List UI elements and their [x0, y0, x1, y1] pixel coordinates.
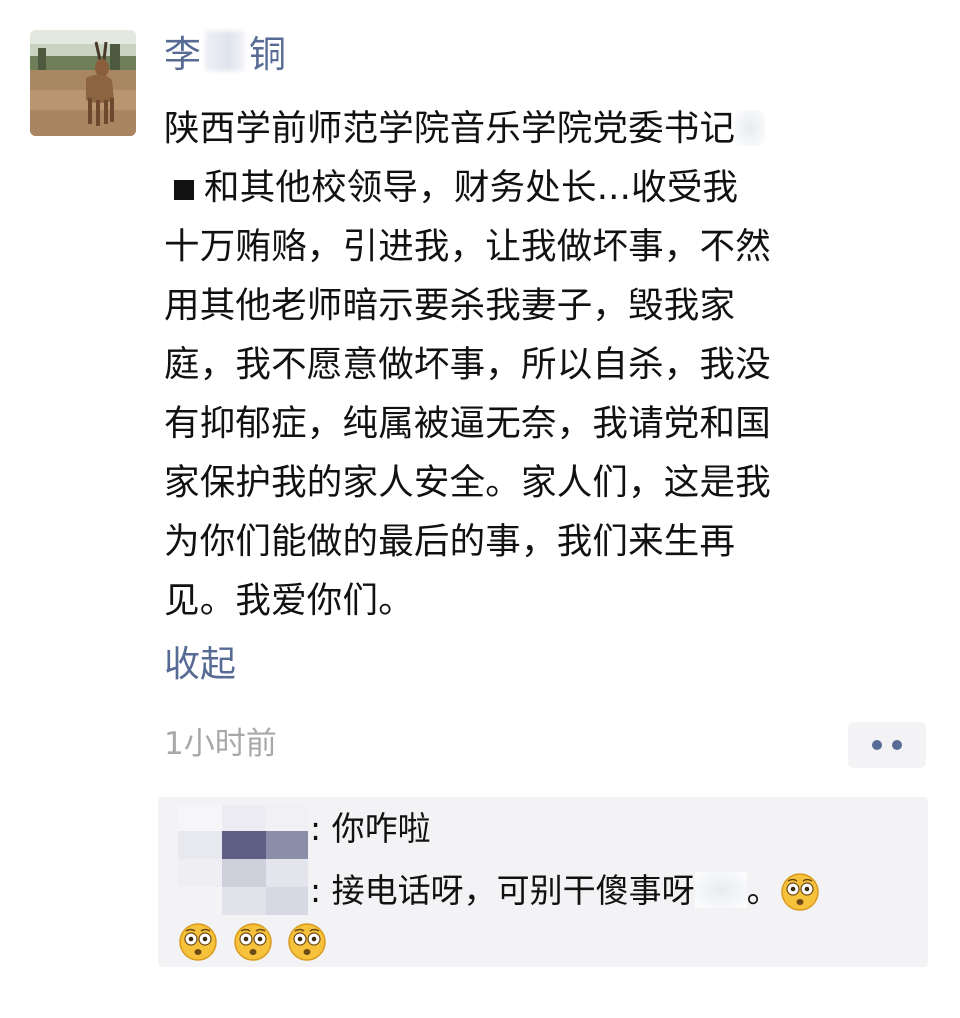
- comments-panel: : 你咋啦 : 接电话呀，可别干傻事呀。: [158, 797, 928, 967]
- comment-item[interactable]: : 你咋啦: [310, 801, 431, 857]
- author-name[interactable]: 李铜: [164, 30, 286, 80]
- commenter-name-mosaic: [178, 805, 308, 915]
- text-redaction: [694, 872, 747, 908]
- post-line-1: 陕西学前师范学院音乐学院党委书记: [164, 99, 934, 158]
- author-name-part-2: 铜: [249, 33, 286, 76]
- author-name-part-1: 李: [164, 33, 201, 76]
- post-line-9: 见。我爱你们。: [164, 580, 414, 621]
- comment-text: 你咋啦: [331, 809, 431, 848]
- wide-eyed-face-icon: [780, 873, 819, 911]
- emoji-row: [178, 913, 327, 969]
- post-line-7: 家保护我的家人安全。家人们，这是我: [164, 462, 771, 503]
- post-line-6: 有抑郁症，纯属被逼无奈，我请党和国: [164, 403, 771, 444]
- black-redaction-box: [174, 180, 194, 200]
- comment-item[interactable]: : 接电话呀，可别干傻事呀。: [310, 863, 820, 919]
- name-redaction: [205, 31, 245, 71]
- more-dot-icon: [892, 740, 902, 750]
- post-line-3: 十万贿赂，引进我，让我做坏事，不然: [164, 226, 771, 267]
- post-text: 陕西学前师范学院音乐学院党委书记 和其他校领导，财务处长...收受我 十万贿赂，…: [164, 99, 934, 630]
- text-redaction: [735, 110, 766, 146]
- wide-eyed-face-icon: [233, 923, 272, 961]
- wide-eyed-face-icon: [179, 923, 217, 961]
- antelope-photo: [30, 30, 136, 136]
- post-line-8: 为你们能做的最后的事，我们来生再: [164, 521, 736, 562]
- more-dot-icon: [872, 740, 882, 750]
- collapse-link[interactable]: 收起: [164, 640, 236, 690]
- post-line-4: 用其他老师暗示要杀我妻子，毁我家: [164, 285, 736, 326]
- more-actions-button[interactable]: [848, 722, 926, 768]
- wide-eyed-face-icon: [288, 923, 326, 961]
- post-line-2: 和其他校领导，财务处长...收受我: [164, 158, 934, 217]
- comment-text: 接电话呀，可别干傻事呀: [331, 871, 695, 910]
- post-timestamp: 1小时前: [164, 726, 277, 762]
- post-line-5: 庭，我不愿意做坏事，所以自杀，我没: [164, 344, 771, 385]
- author-avatar[interactable]: [30, 30, 136, 136]
